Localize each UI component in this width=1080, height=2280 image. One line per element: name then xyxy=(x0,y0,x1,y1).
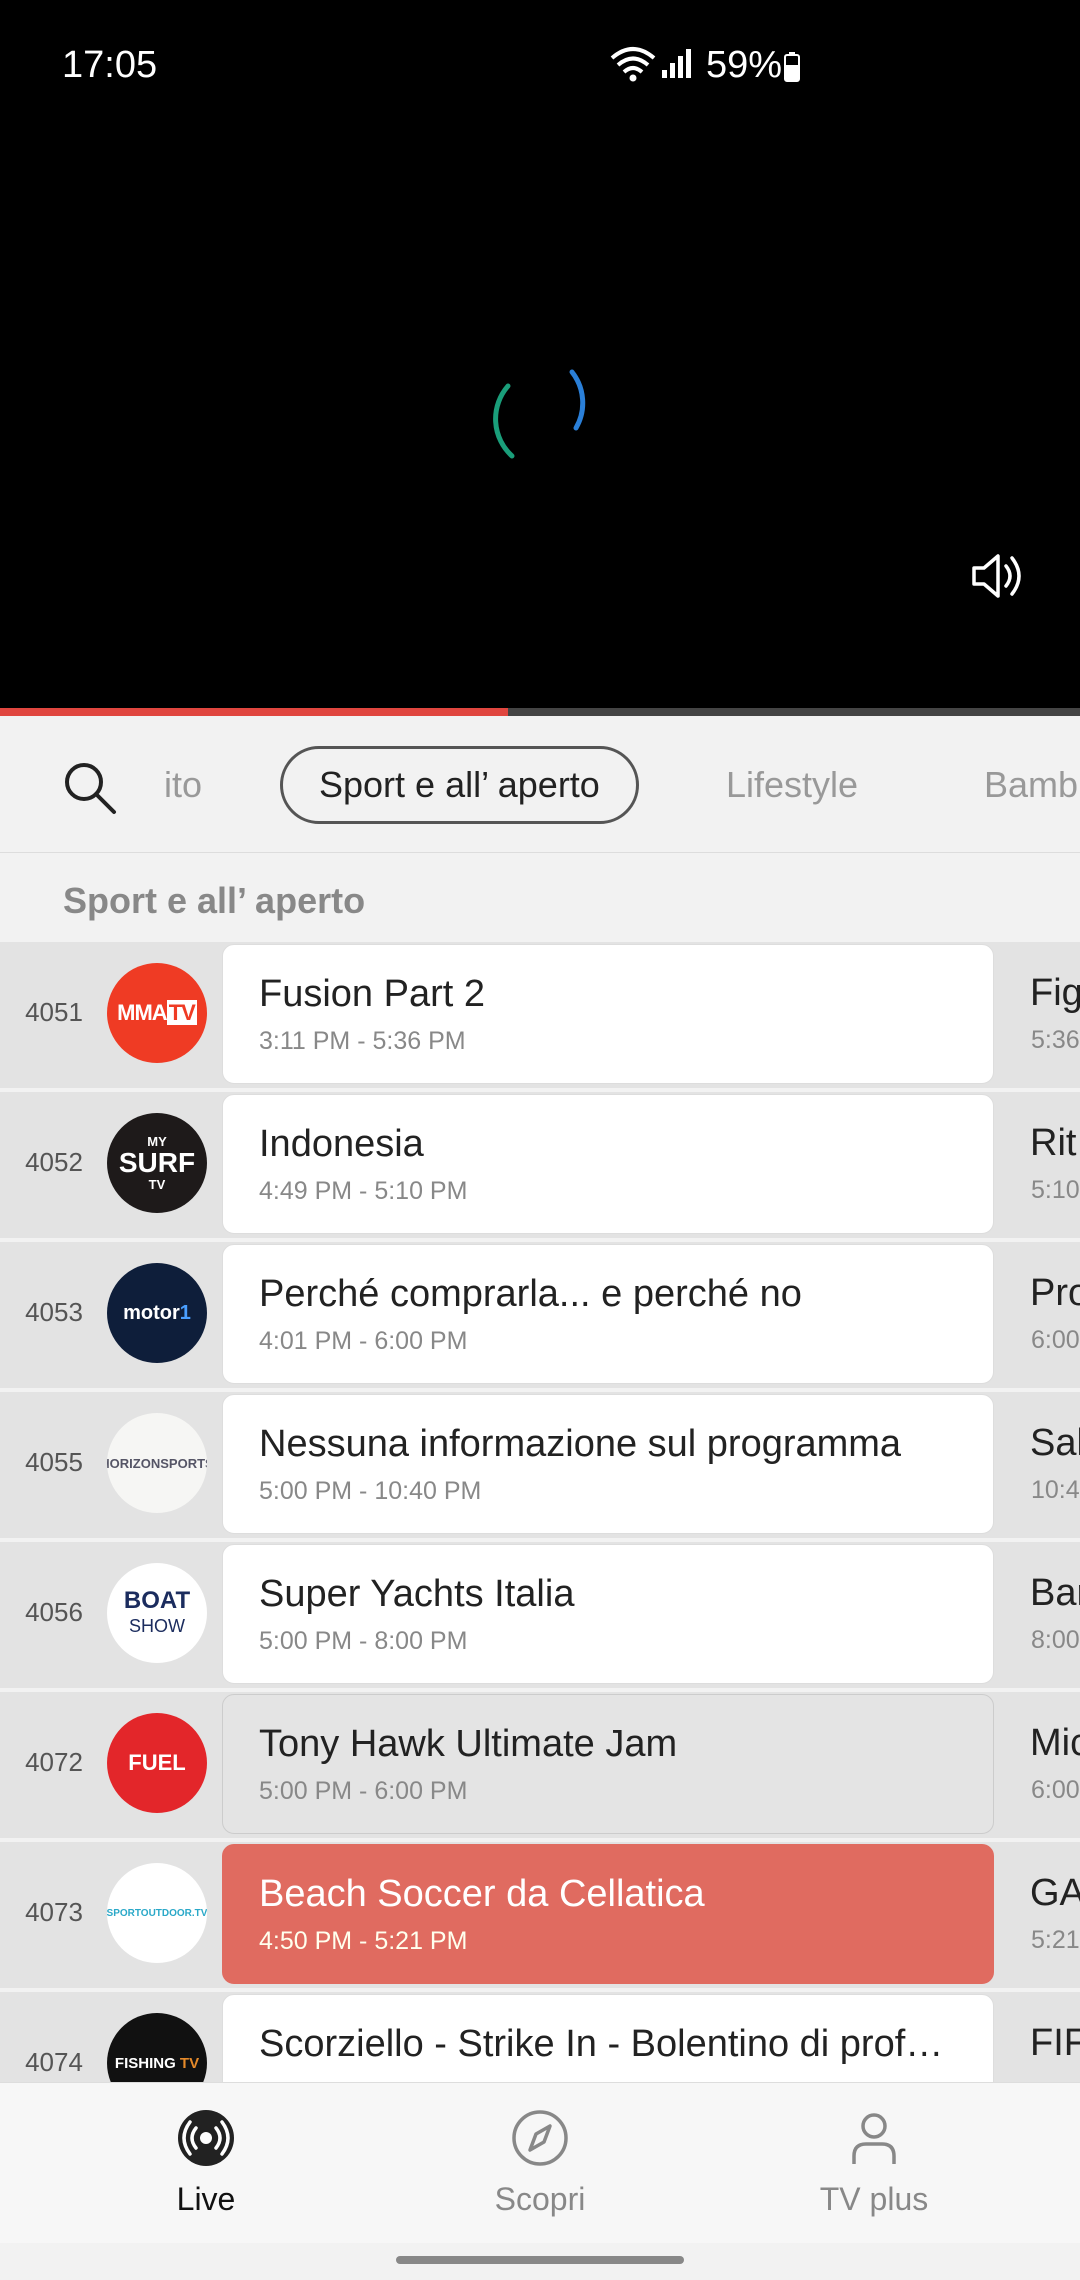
program-time: 5:00 PM - 8:00 PM xyxy=(259,1627,468,1655)
program-title: Fusion Part 2 xyxy=(259,973,485,1015)
next-program-time: 6:00 xyxy=(1031,1776,1080,1804)
next-program-title[interactable]: Bar xyxy=(1030,1572,1080,1615)
next-program-time: 8:00 xyxy=(1031,1626,1080,1654)
nav-live[interactable]: Live xyxy=(106,2108,306,2218)
signal-icon xyxy=(660,46,694,85)
program-time: 4:50 PM - 5:21 PM xyxy=(259,1927,468,1955)
channel-logo[interactable]: BOAT SHOW xyxy=(107,1563,207,1663)
program-card[interactable]: Tony Hawk Ultimate Jam 5:00 PM - 6:00 PM xyxy=(222,1694,994,1834)
channel-row[interactable]: 4056 BOAT SHOW Super Yachts Italia 5:00 PM -… xyxy=(0,1542,1080,1688)
nav-tvplus-label: TV plus xyxy=(819,2181,929,2217)
channel-number: 4072 xyxy=(25,1747,83,1777)
battery-icon xyxy=(784,52,800,82)
wifi-icon xyxy=(610,46,656,87)
program-card[interactable]: Super Yachts Italia 5:00 PM - 8:00 PM xyxy=(222,1544,994,1684)
channel-number: 4051 xyxy=(25,997,83,1027)
program-time: 5:00 PM - 6:00 PM xyxy=(259,1777,468,1805)
nav-scopri[interactable]: Scopri xyxy=(440,2108,640,2218)
section-title: Sport e all’ aperto xyxy=(63,880,366,921)
compass-icon xyxy=(440,2108,640,2173)
gesture-bar xyxy=(396,2256,684,2264)
status-time: 17:05 xyxy=(62,44,158,86)
status-bar xyxy=(0,0,1080,130)
category-tab-lifestyle[interactable]: Lifestyle xyxy=(726,746,858,824)
next-program-time: 5:10 xyxy=(1031,1176,1080,1204)
program-card[interactable]: Indonesia 4:49 PM - 5:10 PM xyxy=(222,1094,994,1234)
channel-logo[interactable]: MY SURF TV xyxy=(107,1113,207,1213)
program-title: Indonesia xyxy=(259,1123,424,1165)
playback-progress-bar[interactable] xyxy=(0,708,1080,716)
next-program-time: 10:4 xyxy=(1031,1476,1080,1504)
next-program-title[interactable]: GA xyxy=(1030,1872,1080,1915)
channel-logo[interactable]: MMATV xyxy=(107,963,207,1063)
category-tab-sport[interactable]: Sport e all’ aperto xyxy=(280,746,639,824)
channel-row[interactable]: 4051 MMATV Fusion Part 2 3:11 PM - 5:36 PM F… xyxy=(0,942,1080,1088)
next-program-title[interactable]: FIF xyxy=(1030,2022,1080,2065)
channel-row[interactable]: 4053 motor1 Perché comprarla... e perché n… xyxy=(0,1242,1080,1388)
program-card[interactable]: Nessuna informazione sul programma 5:00 P… xyxy=(222,1394,994,1534)
channel-row[interactable]: 4072 FUEL Tony Hawk Ultimate Jam 5:00 PM - … xyxy=(0,1692,1080,1838)
program-time: 3:11 PM - 5:36 PM xyxy=(259,1027,466,1055)
volume-icon[interactable] xyxy=(968,548,1024,609)
channel-number: 4073 xyxy=(25,1897,83,1927)
next-program-time: 5:36 xyxy=(1031,1026,1080,1054)
next-program-time: 6:00 xyxy=(1031,1326,1080,1354)
channel-number: 4055 xyxy=(25,1447,83,1477)
loading-spinner-icon xyxy=(484,358,596,475)
nav-tvplus[interactable]: TV plus xyxy=(774,2108,974,2218)
nav-scopri-label: Scopri xyxy=(494,2181,586,2217)
channel-number: 4074 xyxy=(25,2047,83,2077)
next-program-title[interactable]: Rit xyxy=(1030,1122,1080,1165)
nav-live-label: Live xyxy=(176,2181,236,2217)
channel-logo[interactable]: HORIZONSPORTS xyxy=(107,1413,207,1513)
battery-percent: 59% xyxy=(706,44,783,86)
playback-progress-fill xyxy=(0,708,508,716)
live-broadcast-icon xyxy=(106,2108,306,2173)
next-program-title[interactable]: Mic xyxy=(1030,1722,1080,1765)
channel-number: 4053 xyxy=(25,1297,83,1327)
program-title: Beach Soccer da Cellatica xyxy=(259,1873,705,1915)
program-title: Tony Hawk Ultimate Jam xyxy=(259,1723,678,1765)
program-title: Super Yachts Italia xyxy=(259,1573,575,1615)
next-program-title[interactable]: Fig xyxy=(1030,972,1080,1015)
search-icon[interactable] xyxy=(62,760,118,821)
next-program-title[interactable]: Pro xyxy=(1030,1272,1080,1315)
channel-logo[interactable]: SPORTOUTDOOR.TV xyxy=(107,1863,207,1963)
category-tab-bambini[interactable]: Bamb xyxy=(984,746,1078,824)
next-program-time: 5:21 xyxy=(1031,1926,1080,1954)
program-time: 4:01 PM - 6:00 PM xyxy=(259,1327,468,1355)
channel-logo[interactable]: FUEL xyxy=(107,1713,207,1813)
next-program-title[interactable]: Sal xyxy=(1030,1422,1080,1465)
channel-number: 4056 xyxy=(25,1597,83,1627)
channel-number: 4052 xyxy=(25,1147,83,1177)
person-icon xyxy=(774,2108,974,2173)
program-time: 4:49 PM - 5:10 PM xyxy=(259,1177,468,1205)
channel-logo[interactable]: motor1 xyxy=(107,1263,207,1363)
program-title: Nessuna informazione sul programma xyxy=(259,1423,902,1465)
program-card[interactable]: Beach Soccer da Cellatica 4:50 PM - 5:21 … xyxy=(222,1844,994,1984)
channel-row[interactable]: 4055HORIZONSPORTSNessuna informazione su… xyxy=(0,1392,1080,1538)
program-time: 5:00 PM - 10:40 PM xyxy=(259,1477,482,1505)
program-card[interactable]: Fusion Part 2 3:11 PM - 5:36 PM xyxy=(222,944,994,1084)
channel-row[interactable]: 4052 MY SURF TV Indonesia 4:49 PM - 5:10 PM Ri… xyxy=(0,1092,1080,1238)
channel-row[interactable]: 4073 SPORTOUTDOOR.TV Beach Soccer da Cella… xyxy=(0,1842,1080,1988)
category-tab-previous[interactable]: ito xyxy=(164,746,202,824)
program-card[interactable]: Perché comprarla... e perché no 4:01 PM -… xyxy=(222,1244,994,1384)
program-title: Perché comprarla... e perché no xyxy=(259,1273,802,1315)
program-title: Scorziello - Strike In - Bolentino di pr… xyxy=(259,2023,944,2065)
